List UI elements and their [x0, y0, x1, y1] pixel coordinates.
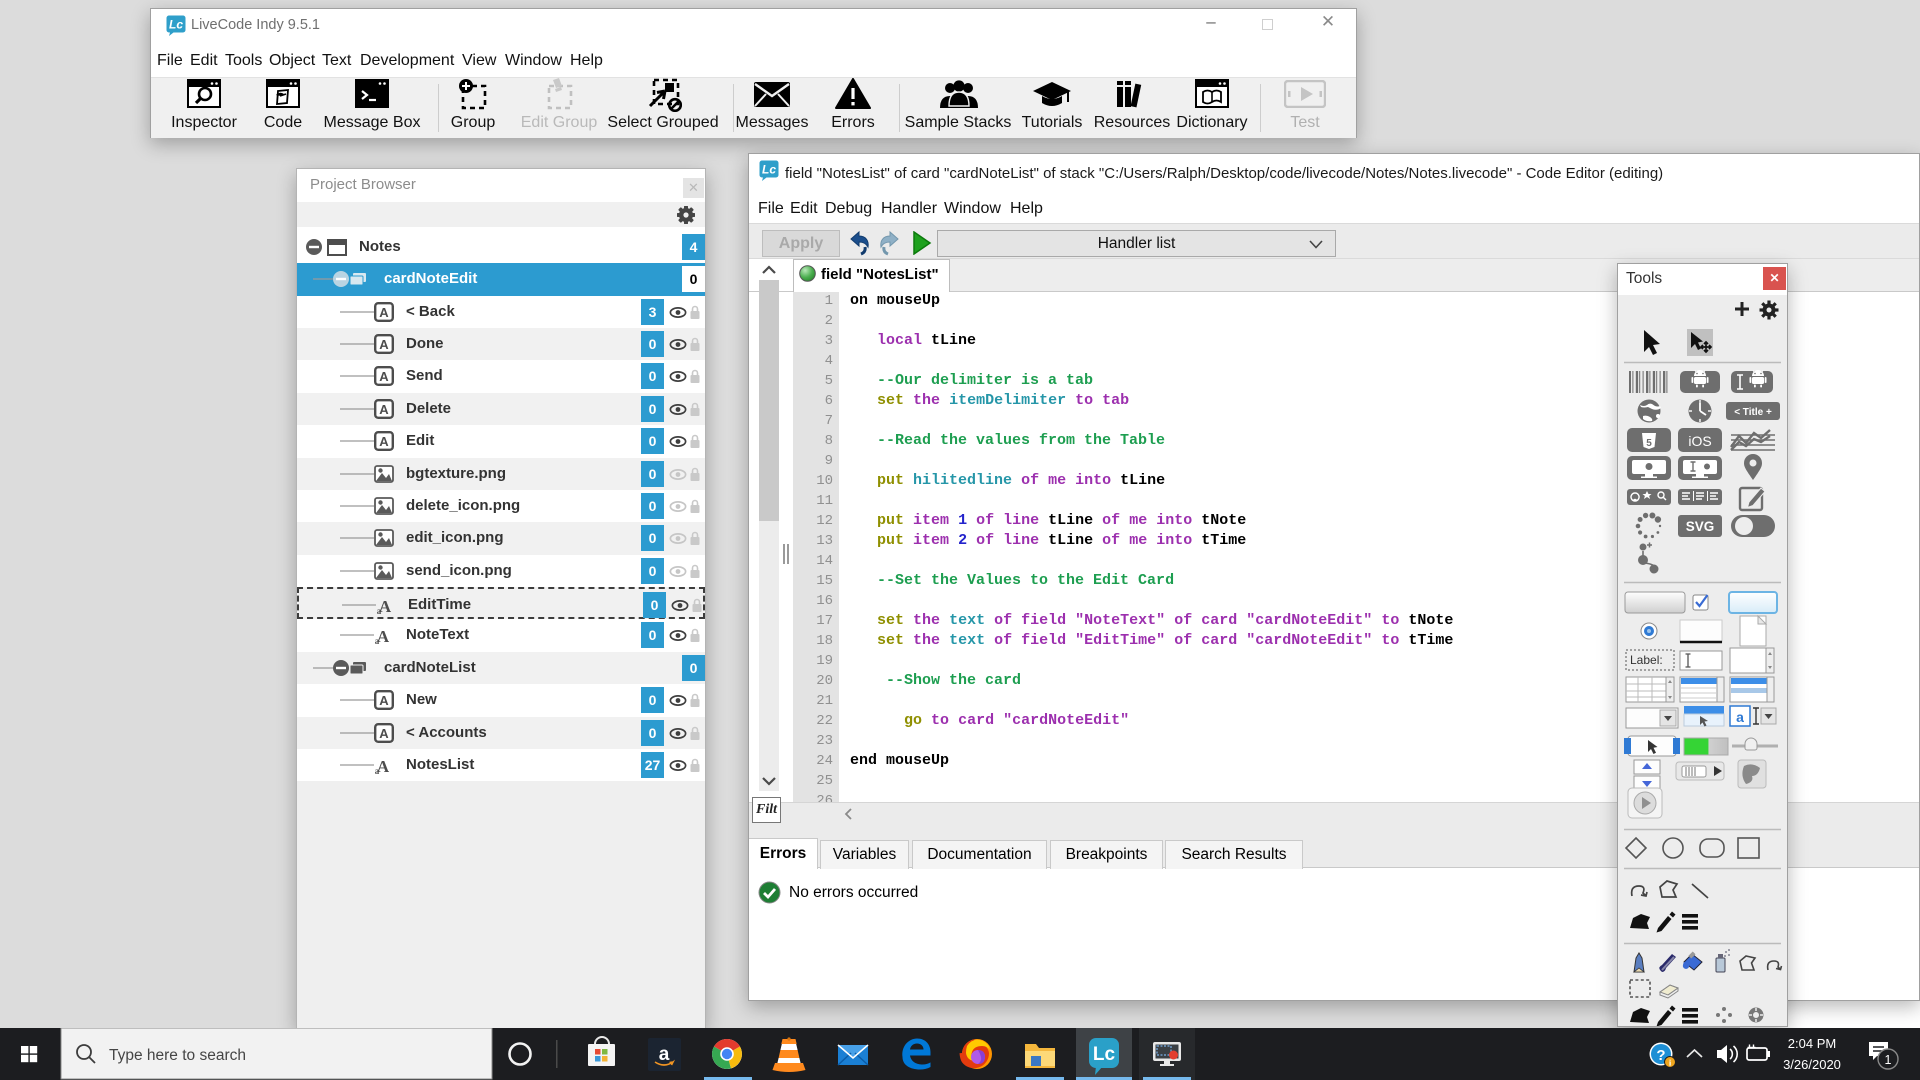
svg-text:A: A — [379, 726, 389, 741]
svg-text:a: a — [375, 766, 380, 775]
svg-text:a: a — [1736, 709, 1744, 725]
svg-text:Lc: Lc — [762, 163, 776, 177]
svg-text:< Title +: < Title + — [1734, 407, 1772, 418]
svg-text:Lc: Lc — [169, 18, 183, 32]
svg-text:A: A — [379, 337, 389, 352]
svg-text:A: A — [379, 434, 389, 449]
svg-text:2:04 PM: 2:04 PM — [1788, 1036, 1836, 1051]
svg-text:a: a — [659, 1044, 670, 1065]
svg-text:Lc: Lc — [1093, 1044, 1116, 1065]
svg-text:a: a — [377, 606, 382, 615]
svg-text:A: A — [379, 402, 389, 417]
svg-text:A: A — [379, 693, 389, 708]
svg-text:Label:: Label: — [1630, 653, 1663, 667]
svg-text:1: 1 — [1885, 1053, 1892, 1067]
svg-text:A: A — [379, 305, 389, 320]
svg-text:SVG: SVG — [1686, 519, 1715, 534]
svg-text:iOS: iOS — [1688, 433, 1711, 449]
svg-text:a: a — [375, 636, 380, 645]
svg-text:Type here to search: Type here to search — [109, 1047, 246, 1064]
svg-text:A: A — [379, 369, 389, 384]
svg-text:5: 5 — [1646, 438, 1652, 449]
svg-text:3/26/2020: 3/26/2020 — [1783, 1057, 1841, 1072]
